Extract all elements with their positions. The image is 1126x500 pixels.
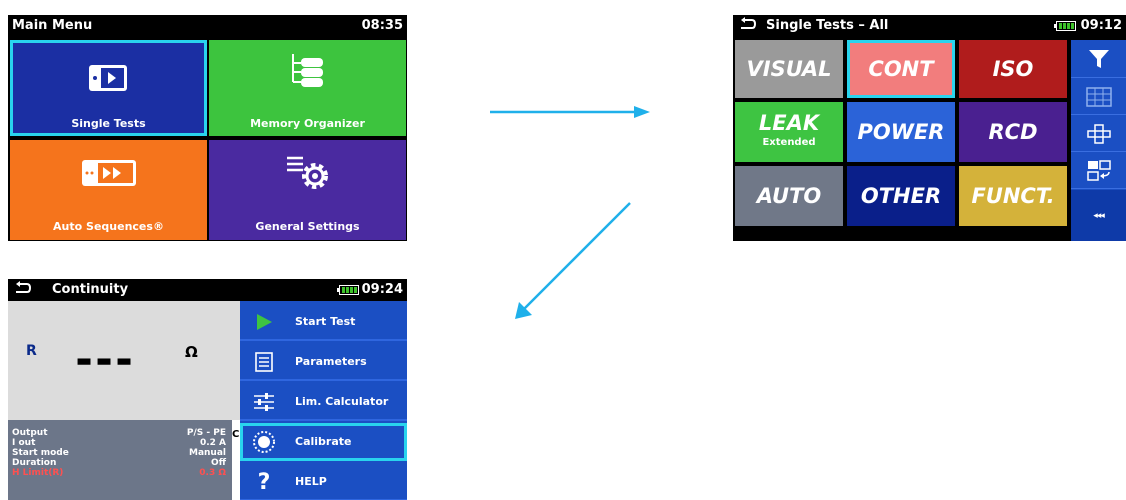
list-icon — [252, 350, 276, 374]
test-tile-iso[interactable]: ISO — [959, 40, 1067, 98]
single-tests-sidebar: ◂◂◂ — [1071, 40, 1126, 241]
tile-memory-organizer[interactable]: Memory Organizer — [209, 40, 406, 136]
result-unit: Ω — [185, 343, 198, 361]
single-play-icon — [88, 63, 128, 93]
continuity-screen: Continuity 09:24 R ▬ ▬ ▬ Ω Output P/S - P… — [8, 279, 407, 500]
calibrate-icon — [252, 430, 276, 454]
single-tests-screen: Single Tests – All 09:12 VISUAL CONT ISO… — [733, 15, 1126, 241]
param-row-limit: H Limit(R) 0.3 Ω — [12, 468, 226, 479]
menu-parameters-label: Parameters — [295, 355, 367, 368]
filter-icon[interactable] — [1071, 40, 1126, 78]
fast-forward-icon — [81, 158, 137, 188]
test-tile-visual-label: VISUAL — [746, 57, 832, 81]
param-name: Duration — [12, 458, 57, 468]
continuity-clock: 09:24 — [361, 282, 403, 297]
parameters-panel: Output P/S - PE I out 0.2 A Start mode Manu… — [8, 420, 232, 500]
test-tile-power-label: POWER — [857, 120, 945, 144]
tile-single-tests-label: Single Tests — [71, 117, 146, 130]
main-menu-clock: 08:35 — [361, 18, 403, 33]
tile-general-settings-label: General Settings — [255, 220, 360, 233]
test-tile-rcd-label: RCD — [988, 120, 1038, 144]
menu-help[interactable]: ? HELP — [240, 463, 407, 500]
test-tile-funct-label: FUNCT. — [971, 184, 1055, 208]
test-tile-auto-label: AUTO — [756, 184, 822, 208]
hidden-tab-char: C — [232, 429, 240, 440]
battery-icon — [337, 285, 359, 295]
test-tile-leak[interactable]: LEAK Extended — [735, 102, 843, 162]
single-tests-title: Single Tests – All — [766, 18, 889, 33]
menu-calibrate[interactable]: Calibrate — [240, 423, 407, 461]
test-tile-iso-label: ISO — [992, 57, 1034, 81]
test-tile-visual[interactable]: VISUAL — [735, 40, 843, 98]
param-name: I out — [12, 438, 36, 448]
main-menu-screen: Main Menu 08:35 Single Tests Memory Orga… — [8, 15, 407, 241]
flow-arrow-down-left — [515, 202, 631, 319]
param-name: Output — [12, 428, 48, 438]
menu-start-test-label: Start Test — [295, 315, 356, 328]
menu-parameters[interactable]: Parameters — [240, 343, 407, 381]
result-value: ▬ ▬ ▬ — [76, 351, 132, 371]
menu-calibrate-label: Calibrate — [295, 435, 352, 448]
more-options-button[interactable]: ◂◂◂ — [1071, 190, 1126, 241]
main-menu-title: Main Menu — [12, 18, 93, 33]
main-menu-title-bar: Main Menu 08:35 — [8, 15, 407, 37]
menu-start-test[interactable]: Start Test — [240, 303, 407, 341]
param-value: 0.3 Ω — [199, 468, 226, 478]
tile-memory-organizer-label: Memory Organizer — [250, 117, 365, 130]
menu-lim-calculator-label: Lim. Calculator — [295, 395, 389, 408]
test-tile-auto[interactable]: AUTO — [735, 166, 843, 226]
tree-icon — [287, 52, 327, 98]
tile-auto-sequences[interactable]: Auto Sequences® — [10, 140, 207, 240]
continuity-title-bar: Continuity 09:24 — [8, 279, 407, 301]
result-panel: R ▬ ▬ ▬ Ω — [8, 301, 240, 420]
result-label: R — [26, 343, 37, 359]
hidden-tab-strip: C — [232, 420, 240, 500]
swap-view-icon[interactable] — [1071, 153, 1126, 189]
test-tile-cont[interactable]: CONT — [847, 40, 955, 98]
battery-icon — [1054, 21, 1076, 31]
more-options-label: ◂◂◂ — [1093, 210, 1105, 221]
help-icon: ? — [257, 469, 271, 495]
play-icon — [252, 310, 276, 334]
test-tile-leak-label: LEAK — [758, 110, 820, 135]
test-tile-other-label: OTHER — [860, 184, 942, 208]
single-tests-clock: 09:12 — [1080, 18, 1122, 33]
grid-view-icon[interactable] — [1071, 79, 1126, 115]
tile-general-settings[interactable]: General Settings — [209, 140, 406, 240]
tile-single-tests[interactable]: Single Tests — [10, 40, 207, 136]
param-name: Start mode — [12, 448, 69, 458]
continuity-title: Continuity — [52, 282, 129, 297]
test-tile-leak-sublabel: Extended — [762, 136, 816, 148]
single-tests-title-bar: Single Tests – All 09:12 — [733, 15, 1126, 37]
test-tile-cont-label: CONT — [868, 57, 934, 81]
menu-lim-calculator[interactable]: Lim. Calculator — [240, 383, 407, 421]
back-icon[interactable] — [14, 281, 32, 301]
tile-auto-sequences-label: Auto Sequences® — [53, 220, 164, 233]
gear-menu-icon — [285, 152, 331, 192]
back-icon[interactable] — [739, 17, 757, 37]
cross-view-icon[interactable] — [1071, 116, 1126, 152]
test-tile-rcd[interactable]: RCD — [959, 102, 1067, 162]
continuity-menu: Start Test Parameters Lim. Calculator Ca… — [240, 301, 407, 500]
test-tile-power[interactable]: POWER — [847, 102, 955, 162]
flow-arrow-right — [490, 106, 650, 118]
param-name: H Limit(R) — [12, 468, 64, 478]
sliders-icon — [252, 390, 276, 414]
menu-help-label: HELP — [295, 475, 327, 488]
test-tile-other[interactable]: OTHER — [847, 166, 955, 226]
test-tile-funct[interactable]: FUNCT. — [959, 166, 1067, 226]
